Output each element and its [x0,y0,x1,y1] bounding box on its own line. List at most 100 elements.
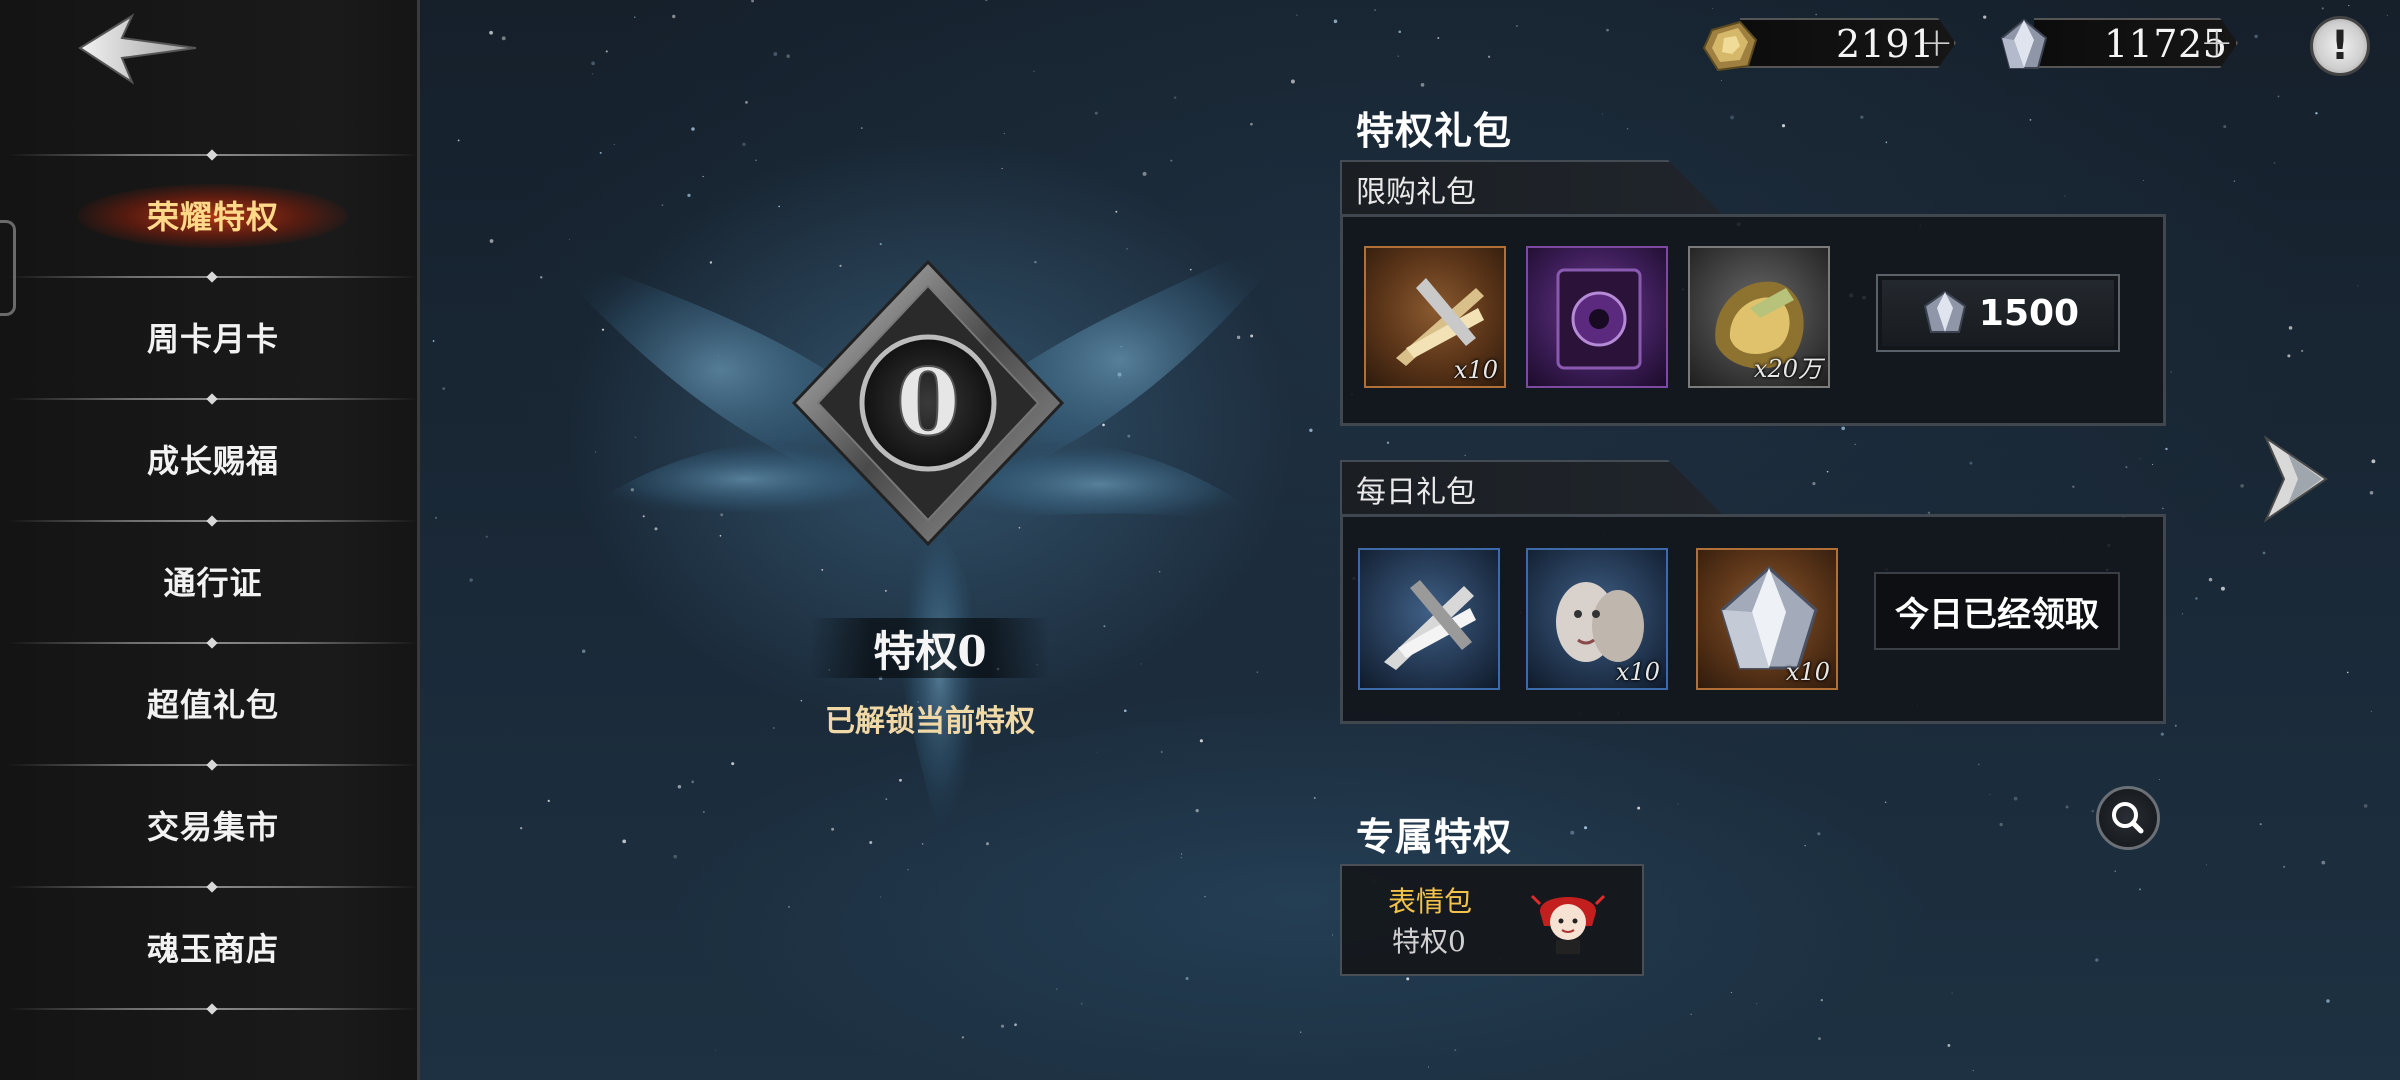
crystal-add-button[interactable]: + [2200,20,2234,66]
star-dot [1420,83,1425,87]
star-dot [2369,490,2374,495]
star-dot [1331,934,1334,936]
star-dot [1841,426,1845,431]
gold-add-button[interactable]: + [1920,20,1954,66]
gift-item-slot[interactable] [1358,548,1500,690]
star-dot [2262,551,2266,555]
star-dot [1989,793,1991,795]
star-dot [1094,111,1098,115]
sidebar-item-label: 超值礼包 [146,686,279,724]
star-dot [2165,447,2168,451]
sidebar-item-1[interactable]: 荣耀特权 [8,156,418,274]
chibi-emote-icon [1530,894,1606,954]
gift-item-slot[interactable]: x10 [1526,548,1668,690]
star-dot [751,0,754,3]
star-dot [469,578,473,582]
star-dot [1014,1023,1017,1027]
sidebar-item-6[interactable]: 交易集市 [8,766,418,884]
star-dot [1730,992,1732,994]
star-dot [1584,826,1588,830]
dark-tome-icon [1556,268,1642,370]
back-arrow-icon[interactable] [72,10,202,90]
buy-limited-gift-button[interactable]: 1500 [1876,274,2120,352]
star-dot [1860,115,1864,119]
star-dot [2254,34,2258,39]
star-dot [2072,485,2075,488]
next-page-arrow-icon[interactable] [2262,434,2338,524]
emote-pack-level: 特权0 [1392,925,1466,958]
sidebar-item-label: 通行证 [163,564,263,602]
star-dot [1690,1013,1692,1015]
gift-item-slot[interactable]: x10 [1696,548,1838,690]
star-dot [501,36,506,41]
star-dot [1983,15,1987,19]
star-dot [2371,459,2376,464]
gift-section-title: 特权礼包 [1356,108,1513,153]
star-dot [1781,124,1786,128]
gift-item-slot[interactable]: x20万 [1688,246,1830,388]
star-dot [1677,803,1679,805]
silver-swords-icon [1384,580,1476,670]
star-dot [985,0,988,2]
sidebar-item-4[interactable]: 通行证 [8,522,418,640]
star-dot [432,340,435,342]
gift-item-slot[interactable]: x10 [1364,246,1506,388]
star-dot [2288,326,2293,330]
star-dot [2348,5,2350,7]
daily-claimed-button[interactable]: 今日已经领取 [1874,572,2120,650]
notice-button[interactable]: ! [2310,16,2370,76]
star-dot [2220,586,2225,591]
star-dot [2139,458,2141,460]
star-dot [1969,461,1973,465]
star-dot [2159,779,2161,781]
emblem-digit: 0 [896,348,960,456]
gift-item-slot[interactable] [1526,246,1668,388]
star-dot [605,50,608,53]
star-dot [2125,466,2128,469]
star-dot [2138,888,2142,891]
star-dot [1884,801,1887,803]
star-dot [2321,860,2326,865]
gift-item-quantity: x10 [1785,658,1830,686]
star-dot [714,1049,717,1051]
star-dot [2095,958,2099,962]
star-dot [2208,577,2213,582]
star-dot [489,30,493,35]
star-dot [1299,1031,1302,1033]
star-dot [2064,195,2066,197]
gift-item-quantity: x10 [1453,356,1498,384]
star-dot [1977,763,1980,766]
star-dot [2315,112,2318,115]
star-dot [1999,822,2003,827]
star-dot [2065,805,2069,809]
star-dot [457,139,460,142]
daily-gift-tab: 每日礼包 [1340,460,1724,516]
star-dot [1515,25,1518,27]
star-dot [879,896,882,898]
star-dot [2386,14,2388,16]
star-dot [2273,162,2276,164]
privilege-unlock-status: 已解锁当前特权 [825,704,1035,739]
sidebar-item-2[interactable]: 周卡月卡 [8,278,418,396]
star-dot [2152,463,2154,465]
star-dot [1000,1024,1005,1028]
star-dot [591,73,594,75]
gift-item-quantity: x10 [1615,658,1660,686]
star-dot [1296,14,1298,16]
star-dot [2195,597,2198,600]
emote-pack-card[interactable]: 表情包 特权0 [1340,864,1644,976]
star-dot [1374,9,1376,11]
star-dot [1637,806,1641,810]
star-dot [2283,865,2286,868]
star-dot [2326,999,2330,1003]
star-dot [1730,115,1735,120]
search-button[interactable] [2096,786,2160,850]
sidebar-item-5[interactable]: 超值礼包 [8,644,418,762]
star-dot [1885,141,1888,144]
sidebar-item-7[interactable]: 魂玉商店 [8,888,418,1006]
star-dot [1812,481,1816,486]
star-dot [1173,96,1177,99]
nav-separator [8,1008,418,1010]
star-dot [1397,55,1400,58]
sidebar-item-3[interactable]: 成长赐福 [8,400,418,518]
